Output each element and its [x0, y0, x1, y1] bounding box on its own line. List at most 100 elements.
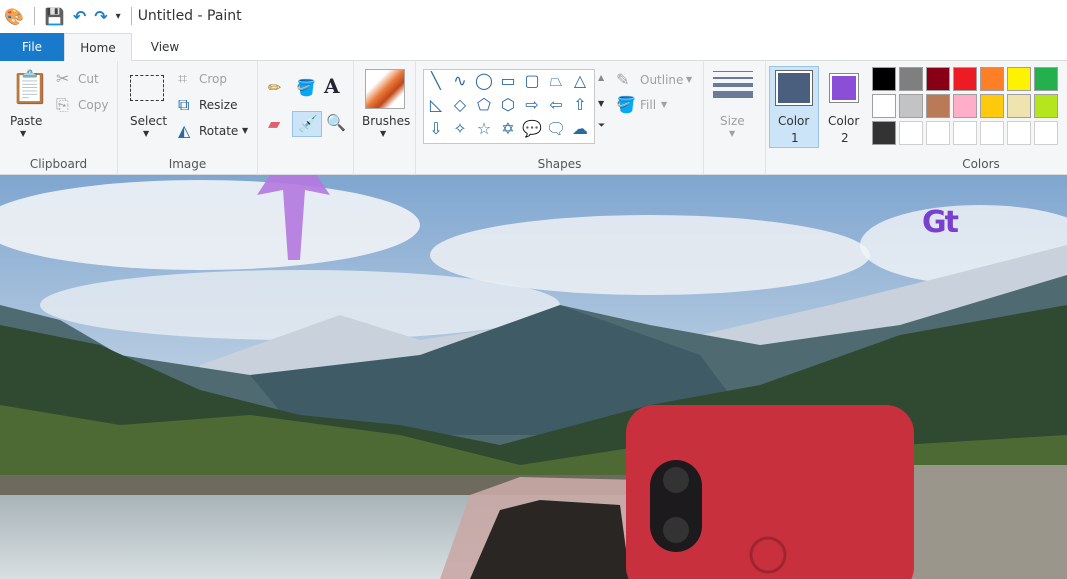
shape-item[interactable]: ╲: [424, 71, 448, 90]
drawing-canvas[interactable]: Gt: [0, 175, 1067, 579]
palette-swatch[interactable]: [1034, 94, 1058, 118]
size-button[interactable]: Size: [720, 114, 745, 128]
shape-item[interactable]: ☁: [568, 119, 592, 138]
shapes-scroll-down[interactable]: ▼: [598, 99, 604, 108]
shape-item[interactable]: ⬡: [496, 95, 520, 114]
brushes-group: Brushes ▼: [354, 61, 416, 175]
palette-swatch[interactable]: [1007, 94, 1031, 118]
clipboard-label: Clipboard: [29, 157, 88, 171]
cut-button[interactable]: Cut: [78, 72, 99, 86]
tab-file[interactable]: File: [0, 33, 64, 61]
shape-item[interactable]: ✧: [448, 119, 472, 138]
colors-group: Color 1 Color 2 Colors: [766, 61, 1067, 175]
shape-item[interactable]: ⇨: [520, 95, 544, 114]
palette-swatch[interactable]: [953, 67, 977, 91]
clipboard-group: 📋 Paste ▼ ✂ Cut ⎘ Copy Clipboard: [0, 61, 118, 175]
palette-swatch[interactable]: [1007, 121, 1031, 145]
ribbon-tabs: File Home View: [0, 33, 1067, 62]
magnifier-icon[interactable]: 🔍: [326, 114, 346, 132]
text-icon[interactable]: A: [324, 76, 340, 96]
outline-button[interactable]: Outline: [640, 73, 683, 87]
color-picker-icon[interactable]: 💉: [298, 115, 318, 133]
shape-item[interactable]: ∿: [448, 71, 472, 90]
shape-item[interactable]: ✡: [496, 119, 520, 138]
window-title: Untitled - Paint: [137, 8, 242, 24]
shape-item[interactable]: ▢: [520, 71, 544, 90]
tab-view[interactable]: View: [132, 33, 198, 61]
outline-dropdown-icon[interactable]: ▼: [686, 75, 692, 84]
palette-swatch[interactable]: [980, 94, 1004, 118]
brushes-icon[interactable]: [365, 69, 405, 109]
select-button[interactable]: Select: [130, 114, 167, 128]
palette-swatch[interactable]: [872, 67, 896, 91]
shape-item[interactable]: 💬: [520, 119, 544, 138]
palette-swatch[interactable]: [899, 67, 923, 91]
ribbon: 📋 Paste ▼ ✂ Cut ⎘ Copy Clipboard Select …: [0, 61, 1067, 175]
select-dropdown-icon[interactable]: ▼: [143, 129, 149, 138]
size-dropdown-icon[interactable]: ▼: [729, 129, 735, 138]
shape-item[interactable]: 🗨: [544, 119, 568, 138]
paint-app-icon[interactable]: 🎨: [4, 7, 24, 26]
color1-label: Color: [778, 114, 810, 128]
paste-button[interactable]: Paste: [10, 114, 42, 128]
rotate-button[interactable]: Rotate: [199, 124, 238, 138]
image-label: Image: [168, 157, 207, 171]
palette-swatch[interactable]: [1034, 67, 1058, 91]
palette-swatch[interactable]: [980, 67, 1004, 91]
select-icon[interactable]: [130, 75, 164, 101]
shape-item[interactable]: ⇧: [568, 95, 592, 114]
color1-swatch: [775, 70, 813, 106]
customize-toolbar-icon[interactable]: ▾: [116, 11, 121, 22]
palette-swatch[interactable]: [926, 67, 950, 91]
palette-swatch[interactable]: [899, 121, 923, 145]
paste-icon[interactable]: 📋: [10, 69, 50, 105]
palette-swatch[interactable]: [926, 94, 950, 118]
save-icon[interactable]: 💾: [45, 7, 65, 26]
palette-swatch[interactable]: [953, 94, 977, 118]
divider: [130, 7, 132, 25]
paste-dropdown-icon[interactable]: ▼: [20, 129, 26, 138]
fill-dropdown-icon[interactable]: ▼: [661, 100, 667, 109]
color2-label: Color: [828, 114, 860, 128]
brushes-dropdown-icon[interactable]: ▼: [380, 129, 386, 138]
palette-swatch[interactable]: [1007, 67, 1031, 91]
palette-swatch[interactable]: [926, 121, 950, 145]
shape-item[interactable]: ⬠: [472, 95, 496, 114]
shape-item[interactable]: ◯: [472, 71, 496, 90]
crop-icon: ⌗: [178, 69, 188, 88]
fill-icon: 🪣: [616, 95, 636, 114]
palette-swatch[interactable]: [980, 121, 1004, 145]
shapes-expand[interactable]: ⏷: [598, 121, 605, 131]
brushes-button[interactable]: Brushes: [362, 114, 410, 128]
shape-item[interactable]: ☆: [472, 119, 496, 138]
undo-icon[interactable]: ↶: [73, 7, 86, 26]
palette-swatch[interactable]: [953, 121, 977, 145]
color2-swatch[interactable]: [829, 73, 859, 103]
resize-button[interactable]: Resize: [199, 98, 237, 112]
tab-home[interactable]: Home: [64, 33, 132, 62]
palette-swatch[interactable]: [872, 121, 896, 145]
pencil-icon[interactable]: ✏: [268, 79, 281, 97]
shape-item[interactable]: ⇦: [544, 95, 568, 114]
shape-item[interactable]: ▭: [496, 71, 520, 90]
shape-item[interactable]: △: [568, 71, 592, 90]
arrow-annotation-icon: [257, 175, 330, 260]
shapes-scroll-up[interactable]: ▲: [598, 73, 604, 82]
shape-item[interactable]: ⇩: [424, 119, 448, 138]
shape-item[interactable]: ◇: [448, 95, 472, 114]
shape-item[interactable]: ◺: [424, 95, 448, 114]
crop-button[interactable]: Crop: [199, 72, 227, 86]
fill-bucket-icon[interactable]: 🪣: [296, 79, 316, 97]
fill-button[interactable]: Fill: [640, 98, 656, 112]
palette-swatch[interactable]: [899, 94, 923, 118]
copy-button[interactable]: Copy: [78, 98, 108, 112]
rotate-dropdown-icon[interactable]: ▼: [242, 126, 248, 135]
eraser-icon[interactable]: ▰: [268, 115, 280, 133]
tools-group: ✏ 🪣 A ▰ 💉 🔍: [258, 61, 354, 175]
shape-item[interactable]: ⏢: [544, 71, 568, 91]
palette-swatch[interactable]: [872, 94, 896, 118]
redo-icon[interactable]: ↷: [94, 7, 107, 26]
size-icon[interactable]: [713, 71, 753, 98]
palette-swatch[interactable]: [1034, 121, 1058, 145]
color2-number: 2: [841, 131, 849, 145]
